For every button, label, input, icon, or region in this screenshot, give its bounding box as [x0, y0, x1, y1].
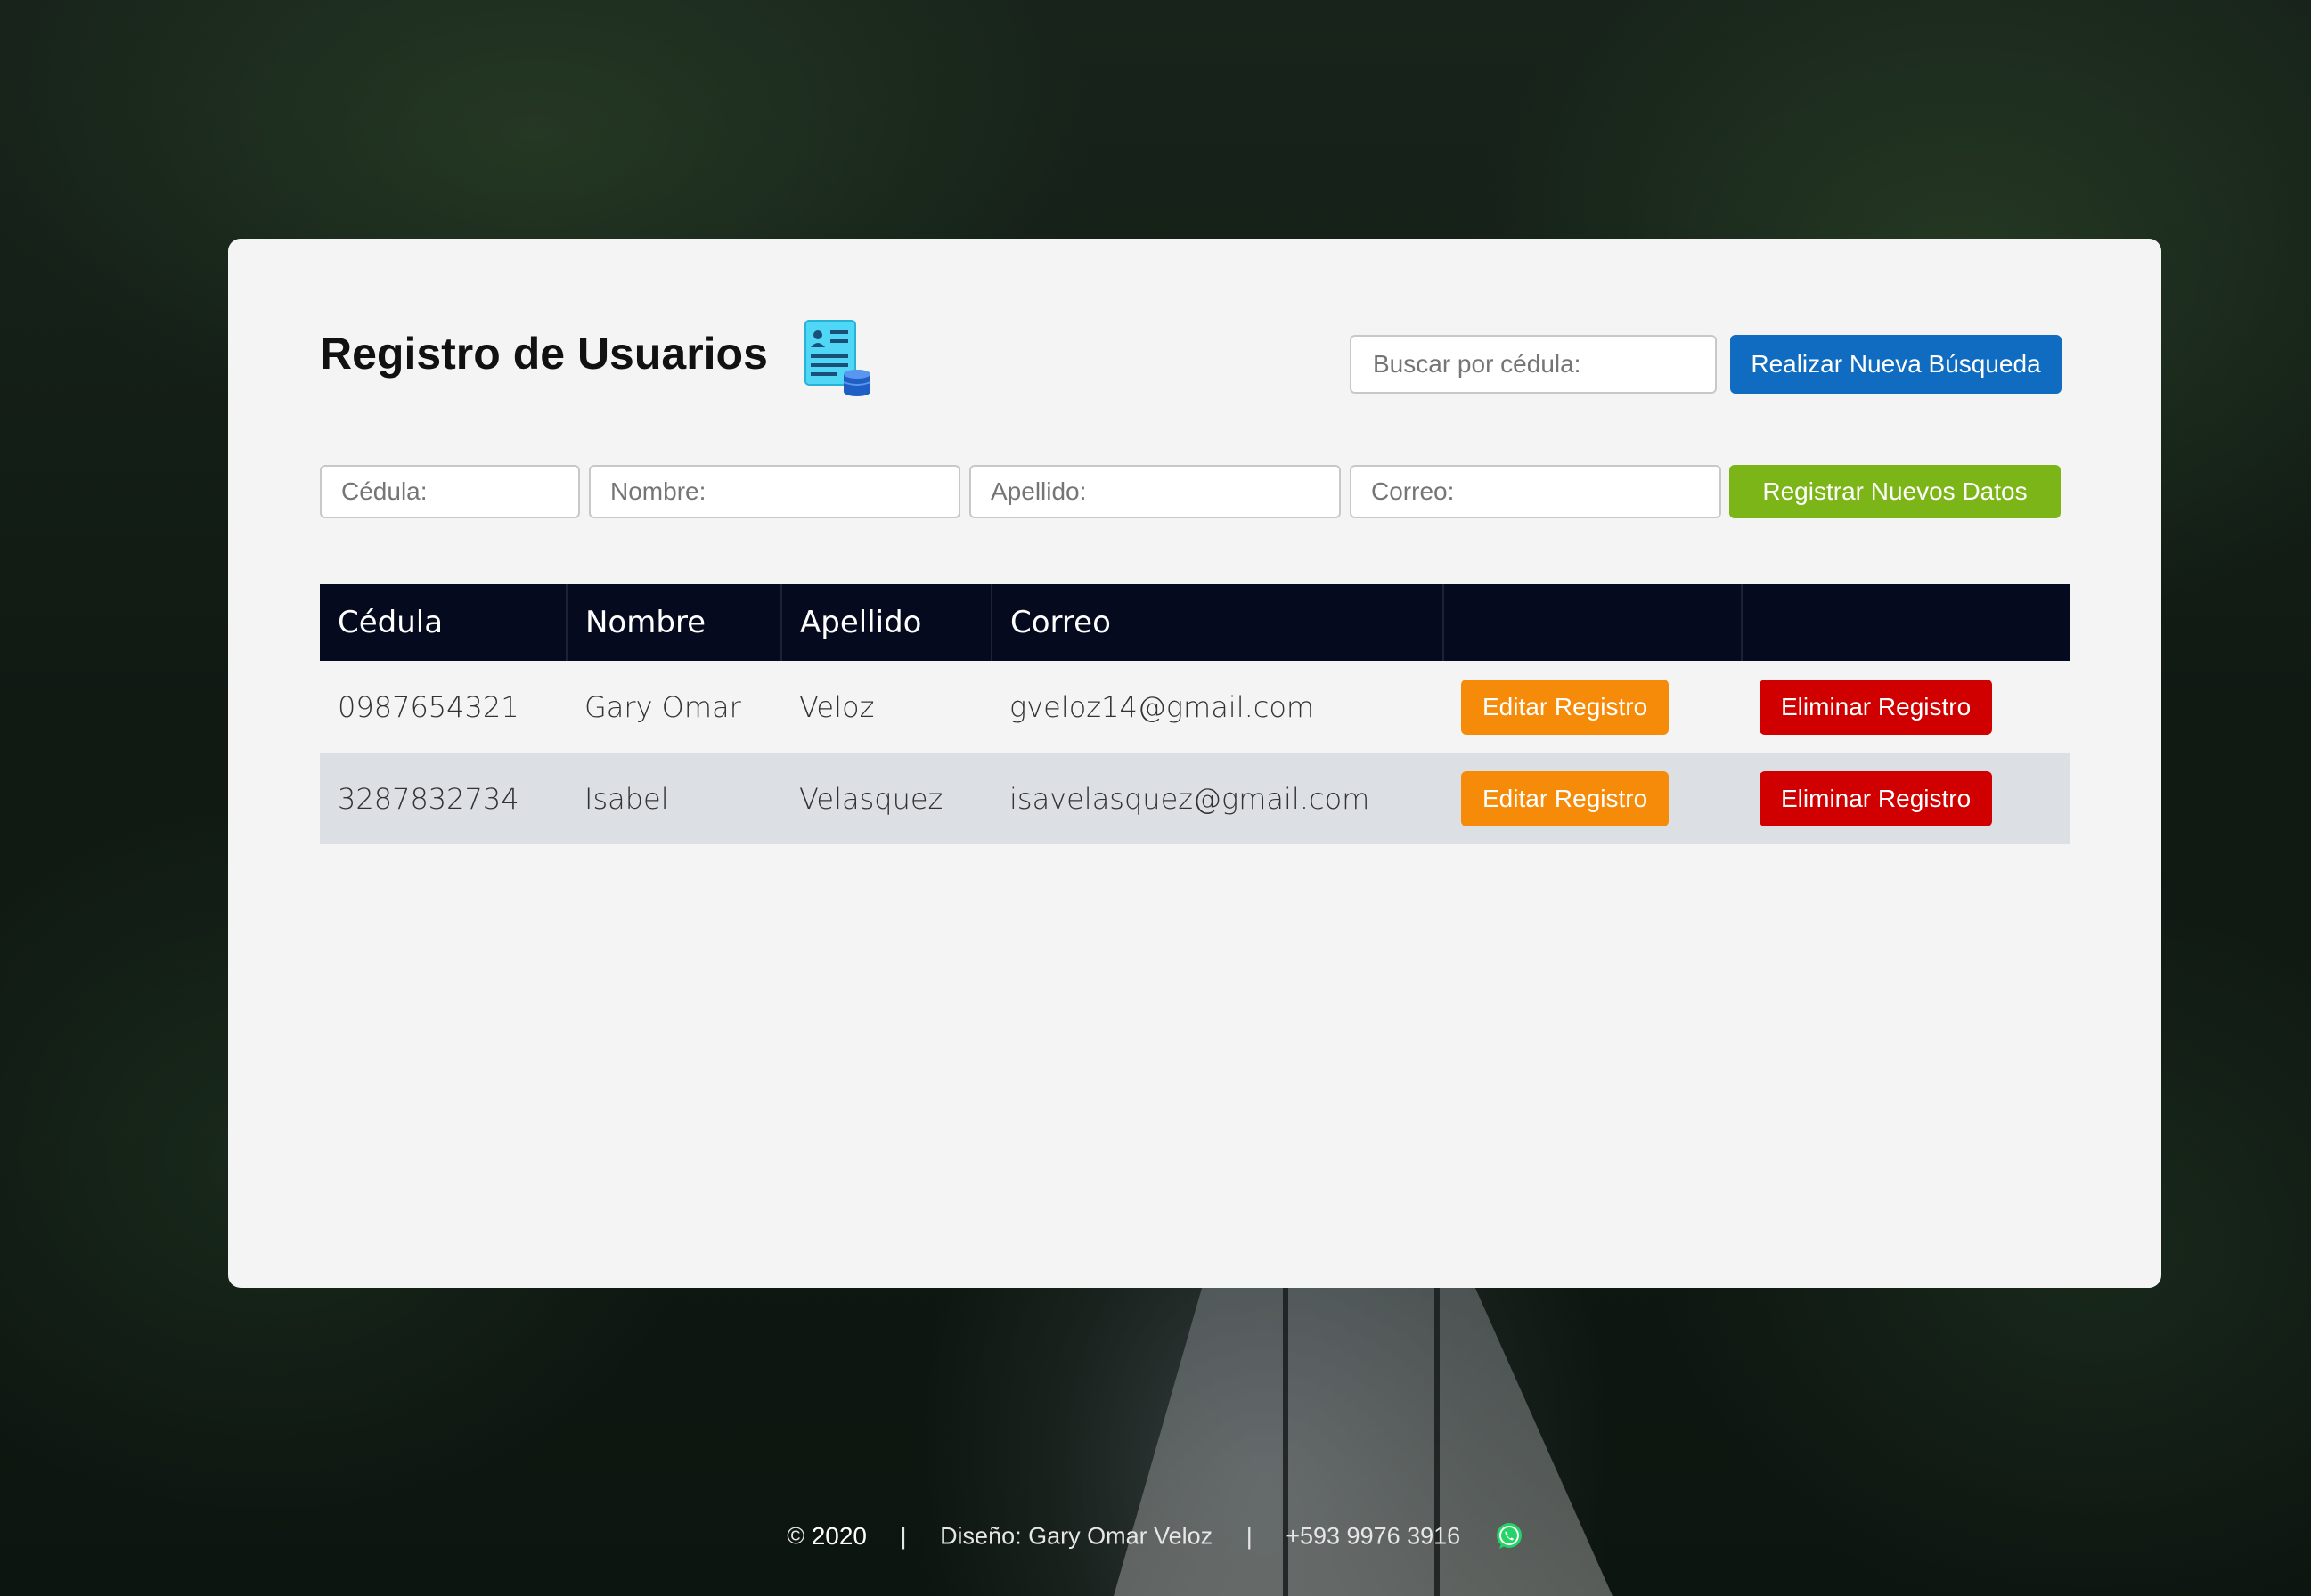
cell-edit: Editar Registro [1443, 753, 1742, 844]
edit-record-button[interactable]: Editar Registro [1461, 770, 1670, 826]
whatsapp-icon[interactable] [1494, 1521, 1524, 1551]
footer-year: 2020 [811, 1522, 868, 1550]
delete-record-button[interactable]: Eliminar Registro [1760, 770, 1993, 826]
footer-separator: | [900, 1522, 907, 1550]
column-header-correo: Correo [992, 584, 1444, 661]
column-header-cedula: Cédula [320, 584, 568, 661]
cell-apellido: Velasquez [781, 753, 992, 844]
user-database-icon [804, 320, 871, 396]
copyright-symbol: © [787, 1522, 805, 1550]
correo-field[interactable] [1350, 465, 1721, 518]
table-row: 0987654321 Gary Omar Veloz gveloz14@gmai… [320, 661, 2070, 753]
delete-record-button[interactable]: Eliminar Registro [1760, 679, 1993, 735]
register-button[interactable]: Registrar Nuevos Datos [1729, 465, 2061, 518]
footer-separator: | [1245, 1522, 1253, 1550]
edit-record-button[interactable]: Editar Registro [1461, 679, 1670, 735]
footer: © 2020 | Diseño: Gary Omar Veloz | +593 … [0, 1521, 2311, 1551]
cell-delete: Eliminar Registro [1742, 661, 2070, 753]
cell-cedula: 0987654321 [338, 689, 519, 724]
main-card: Registro de Usuarios Realizar Nueva Búsq… [228, 239, 2161, 1288]
table-header-row: Cédula Nombre Apellido Correo [320, 584, 2070, 661]
column-header-edit [1443, 584, 1743, 661]
column-header-delete [1742, 584, 2070, 661]
cell-correo: gveloz14@gmail.com [1009, 689, 1315, 724]
cell-apellido: Veloz [799, 689, 875, 724]
cedula-field[interactable] [320, 465, 580, 518]
apellido-field[interactable] [969, 465, 1341, 518]
cell-nombre: Gary Omar [584, 689, 741, 724]
cell-nombre: Isabel [567, 753, 781, 844]
table-row: 3287832734 Isabel Velasquez isavelasquez… [320, 753, 2070, 844]
column-header-nombre: Nombre [567, 584, 782, 661]
cell-cedula: 3287832734 [320, 753, 567, 844]
footer-phone: +593 9976 3916 [1286, 1522, 1461, 1550]
page-title: Registro de Usuarios [320, 329, 768, 379]
nombre-field[interactable] [589, 465, 960, 518]
users-table: Cédula Nombre Apellido Correo 0987654321… [320, 584, 2070, 844]
search-input[interactable] [1350, 335, 1717, 394]
column-header-apellido: Apellido [781, 584, 992, 661]
cell-delete: Eliminar Registro [1742, 753, 2070, 844]
footer-design-credit: Diseño: Gary Omar Veloz [940, 1522, 1213, 1550]
cell-correo: isavelasquez@gmail.com [992, 753, 1443, 844]
search-button[interactable]: Realizar Nueva Búsqueda [1730, 335, 2062, 394]
cell-edit: Editar Registro [1443, 661, 1742, 753]
